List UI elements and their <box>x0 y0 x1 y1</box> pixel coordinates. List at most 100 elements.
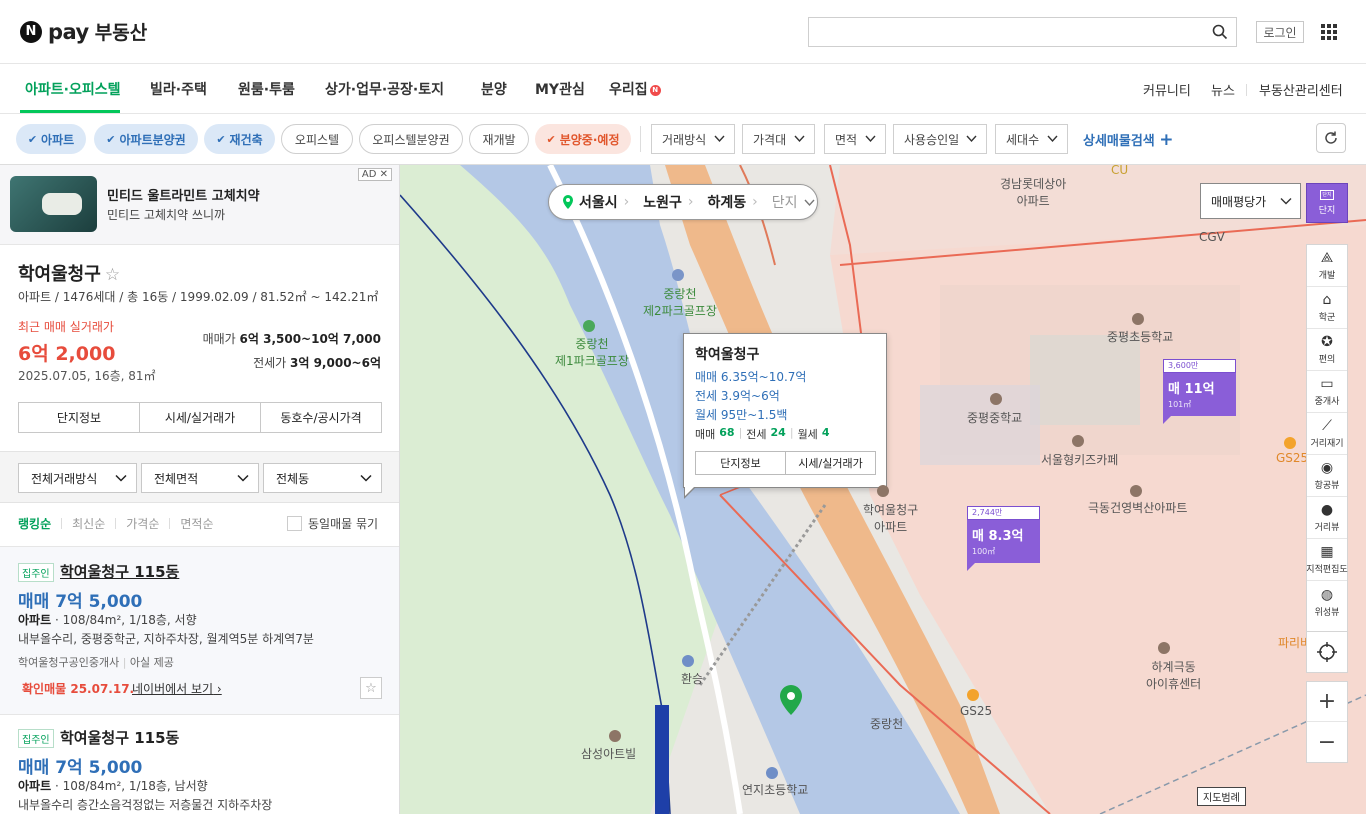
popup-complex-info-button[interactable]: 단지정보 <box>695 451 786 475</box>
tab-oneroom[interactable]: 원룸·투룸 <box>238 79 295 99</box>
tool-measure[interactable]: ⟋ 거리재기 <box>1307 413 1347 455</box>
view-on-naver-label: 네이버에서 보기 <box>132 682 214 696</box>
tab-market-price[interactable]: 시세/실거래가 <box>140 403 261 432</box>
kids-cafe-poi-icon[interactable] <box>1072 435 1084 447</box>
chip-redevelopment[interactable]: 재개발 <box>469 124 529 154</box>
school-poi-icon[interactable] <box>766 767 778 779</box>
apt-poi-icon[interactable] <box>877 485 889 497</box>
chevron-down-icon <box>803 199 815 206</box>
dropdown-trade-type[interactable]: 거래방식 <box>651 124 735 154</box>
tool-school[interactable]: ⌂ 학군 <box>1307 287 1347 329</box>
group-same-listing[interactable]: 동일매물 묶기 <box>287 515 378 532</box>
apps-grid-icon[interactable] <box>1321 24 1337 40</box>
nav-community[interactable]: 커뮤니티 <box>1143 80 1191 99</box>
map-pin-icon[interactable] <box>779 684 803 716</box>
store-poi-icon[interactable] <box>1284 437 1296 449</box>
sort-area[interactable]: 면적순 <box>180 515 213 532</box>
tab-unit-price[interactable]: 동호수/공시가격 <box>261 403 381 432</box>
tab-complex-info[interactable]: 단지정보 <box>19 403 140 432</box>
dropdown-price[interactable]: 가격대 <box>742 124 815 154</box>
apt-poi-icon[interactable] <box>1158 642 1170 654</box>
tool-satellite[interactable]: ◍ 위성뷰 <box>1307 581 1347 623</box>
danji-toggle-button[interactable]: 단지 단지 <box>1306 183 1348 223</box>
nav-management-center[interactable]: 부동산관리센터 <box>1259 80 1343 99</box>
star-icon[interactable]: ☆ <box>105 265 120 285</box>
login-button[interactable]: 로그인 <box>1256 21 1304 43</box>
tool-development[interactable]: ⟁ 개발 <box>1307 245 1347 287</box>
sort-price[interactable]: 가격순 <box>126 515 159 532</box>
search-icon[interactable] <box>1212 24 1228 40</box>
map[interactable]: 서울시 › 노원구 › 하계동 › 단지 학여울청구 매매 6.35억~10.7억 전… <box>400 165 1366 814</box>
cadastral-icon: ▦ <box>1320 544 1334 560</box>
ad-banner[interactable]: 민티드 울트라민트 고체치약 민티드 고체치약 쓰니까 AD ✕ <box>0 165 399 245</box>
tab-myhome[interactable]: 우리집 N <box>609 79 661 99</box>
chip-presale-scheduled[interactable]: ✔ 분양중·예정 <box>535 124 631 154</box>
tab-commercial[interactable]: 상가·업무·공장·토지 <box>325 79 444 99</box>
checkbox[interactable] <box>287 516 302 531</box>
map-legend-button[interactable]: 지도범례 <box>1197 787 1246 806</box>
region-breadcrumb[interactable]: 서울시 › 노원구 › 하계동 › 단지 <box>548 184 818 220</box>
parking-poi-icon[interactable] <box>682 655 694 667</box>
label-gs25: GS25 <box>960 704 993 718</box>
price-marker[interactable]: 3,600만 매 11억 101㎡ <box>1163 359 1236 424</box>
sort-ranking[interactable]: 랭킹순 <box>18 515 51 532</box>
tool-street[interactable]: ● 거리뷰 <box>1307 497 1347 539</box>
price-marker[interactable]: 2,744만 매 8.3억 100㎡ <box>967 506 1040 571</box>
apt-poi-icon[interactable] <box>609 730 621 742</box>
label-kids-cafe: 서울형키즈카페 <box>1041 453 1119 467</box>
school-poi-icon[interactable] <box>990 393 1002 405</box>
park-poi-icon[interactable] <box>583 320 595 332</box>
list-item[interactable]: 집주인 학여울청구 115동 매매 7억 5,000 아파트 · 108/84m… <box>0 714 399 814</box>
select-area[interactable]: 전체면적 <box>141 463 259 493</box>
crumb-city[interactable]: 서울시 <box>579 192 618 212</box>
listing-name[interactable]: 학여울청구 115동 <box>60 727 179 748</box>
plus-icon: + <box>1159 130 1174 150</box>
dropdown-households[interactable]: 세대수 <box>995 124 1068 154</box>
apt-poi-icon[interactable] <box>1130 485 1142 497</box>
tab-my-interest[interactable]: MY관심 <box>535 79 585 99</box>
zoom-out-button[interactable]: − <box>1307 722 1347 762</box>
crumb-dong[interactable]: 하계동 <box>708 192 747 212</box>
my-location-button[interactable] <box>1306 631 1348 673</box>
select-building[interactable]: 전체동 <box>263 463 382 493</box>
nav-news[interactable]: 뉴스 <box>1211 80 1235 99</box>
tab-villa[interactable]: 빌라·주택 <box>150 79 207 99</box>
crumb-complex[interactable]: 단지 <box>772 192 798 212</box>
chip-apartment[interactable]: ✔ 아파트 <box>16 124 86 154</box>
dropdown-area[interactable]: 면적 <box>824 124 886 154</box>
chip-officetel-presale[interactable]: 오피스텔분양권 <box>359 124 463 154</box>
favorite-star-icon[interactable]: ☆ <box>360 677 382 699</box>
listing-name[interactable]: 학여울청구 115동 <box>60 561 179 582</box>
list-item[interactable]: 집주인 학여울청구 115동 매매 7억 5,000 아파트 · 108/84m… <box>0 546 399 714</box>
chip-apartment-presale[interactable]: ✔ 아파트분양권 <box>94 124 198 154</box>
popup-market-price-button[interactable]: 시세/실거래가 <box>785 451 876 475</box>
tab-apartment[interactable]: 아파트·오피스텔 <box>25 79 120 99</box>
sort-latest[interactable]: 최신순 <box>72 515 105 532</box>
tool-aerial[interactable]: ◉ 항공뷰 <box>1307 455 1347 497</box>
refresh-button[interactable] <box>1316 123 1346 153</box>
popup-title[interactable]: 학여울청구 <box>695 344 759 364</box>
marker-area: 101㎡ <box>1168 400 1192 409</box>
close-icon[interactable]: ✕ <box>380 169 388 180</box>
tab-presale[interactable]: 분양 <box>481 79 507 99</box>
dropdown-approval-date[interactable]: 사용승인일 <box>893 124 987 154</box>
search-input[interactable] <box>808 17 1237 47</box>
zoom-in-button[interactable]: + <box>1307 682 1347 722</box>
chip-reconstruction[interactable]: ✔ 재건축 <box>204 124 275 154</box>
label-apt-hakyeoul: 학여울청구 아파트 <box>863 503 919 534</box>
select-trade-type[interactable]: 전체거래방식 <box>18 463 137 493</box>
tool-cadastral[interactable]: ▦ 지적편집도 <box>1306 539 1348 581</box>
ruler-icon: ⟋ <box>1322 418 1332 434</box>
price-type-select[interactable]: 매매평당가 <box>1200 183 1301 219</box>
naver-pay-logo[interactable]: N pay 부동산 <box>20 18 147 45</box>
crumb-district[interactable]: 노원구 <box>643 192 682 212</box>
marker-unit-price: 2,744만 <box>967 506 1040 520</box>
tool-convenience[interactable]: ✪ 편의 <box>1307 329 1347 371</box>
view-on-naver-link[interactable]: 네이버에서 보기 › <box>132 680 222 697</box>
tool-agent[interactable]: ▭ 중개사 <box>1307 371 1347 413</box>
school-poi-icon[interactable] <box>1132 313 1144 325</box>
store-poi-icon[interactable] <box>967 689 979 701</box>
park-poi-icon[interactable] <box>672 269 684 281</box>
detail-search-button[interactable]: 상세매물검색 + <box>1083 130 1174 150</box>
chip-officetel[interactable]: 오피스텔 <box>281 124 353 154</box>
